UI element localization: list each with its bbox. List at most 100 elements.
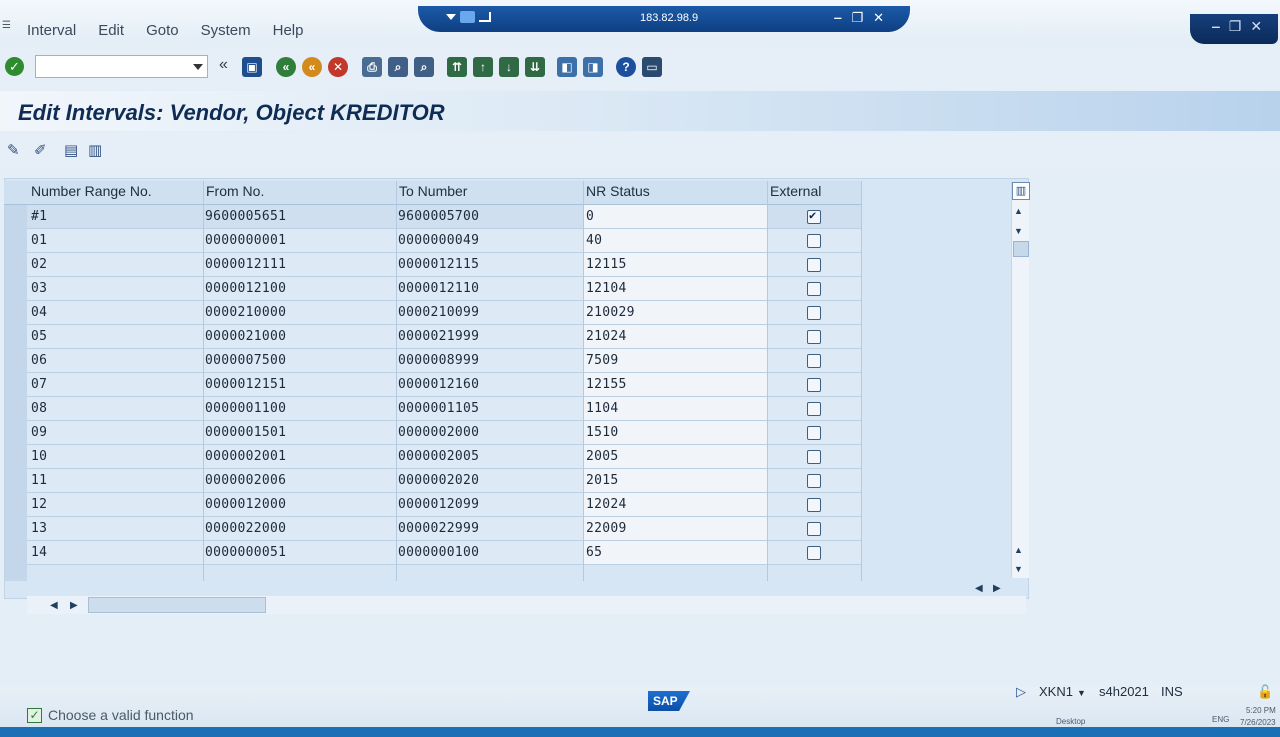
play-icon[interactable]: ▷ xyxy=(1016,684,1026,700)
save-icon[interactable]: ▣ xyxy=(242,57,262,77)
cell-nr-status[interactable]: 65 xyxy=(584,541,767,564)
table-row[interactable]: 01 0000000001 0000000049 40 xyxy=(27,229,862,253)
minimize-icon[interactable]: ‒ xyxy=(834,10,841,26)
display-change-icon[interactable]: ✎ xyxy=(7,141,20,159)
row-selector-column[interactable] xyxy=(5,205,27,581)
cell-number-range[interactable]: #1 xyxy=(31,209,47,224)
external-checkbox[interactable] xyxy=(807,546,821,560)
cancel-icon[interactable]: ✕ xyxy=(328,57,348,77)
col-header-external[interactable]: External xyxy=(770,183,821,199)
external-checkbox[interactable] xyxy=(807,378,821,392)
cell-from-no[interactable]: 0000012151 xyxy=(205,377,286,392)
cell-from-no[interactable]: 0000002001 xyxy=(205,449,286,464)
external-checkbox[interactable] xyxy=(807,402,821,416)
cell-from-no[interactable]: 0000012100 xyxy=(205,281,286,296)
external-checkbox[interactable] xyxy=(807,450,821,464)
table-row[interactable]: 10 0000002001 0000002005 2005 xyxy=(27,445,862,469)
cell-nr-status[interactable]: 12155 xyxy=(584,373,767,396)
language-indicator[interactable]: ENG xyxy=(1212,715,1229,724)
cell-to-number[interactable]: 0000021999 xyxy=(398,329,479,344)
chevron-down-icon[interactable] xyxy=(193,64,203,70)
cell-from-no[interactable]: 0000022000 xyxy=(205,521,286,536)
cell-from-no[interactable]: 0000012111 xyxy=(205,257,286,272)
shortcut-icon[interactable]: ◨ xyxy=(583,57,603,77)
table-row[interactable]: 03 0000012100 0000012110 12104 xyxy=(27,277,862,301)
cell-number-range[interactable]: 12 xyxy=(31,497,47,512)
cell-to-number[interactable]: 0000008999 xyxy=(398,353,479,368)
table-row[interactable]: 02 0000012111 0000012115 12115 xyxy=(27,253,862,277)
next-page-icon[interactable]: ↓ xyxy=(499,57,519,77)
close-icon[interactable]: ✕ xyxy=(873,10,884,26)
cell-to-number[interactable]: 0000012115 xyxy=(398,257,479,272)
page-up-icon[interactable]: ▲ xyxy=(1014,545,1023,555)
delete-interval-icon[interactable]: ▥ xyxy=(88,141,102,159)
new-session-icon[interactable]: ◧ xyxy=(557,57,577,77)
scroll-left-icon[interactable]: ◀ xyxy=(50,600,58,611)
layout-menu-icon[interactable]: ▭ xyxy=(642,57,662,77)
edit-pencil-icon[interactable]: ✐ xyxy=(34,141,47,159)
cell-from-no[interactable]: 0000000001 xyxy=(205,233,286,248)
previous-page-icon[interactable]: ↑ xyxy=(473,57,493,77)
dropdown-icon[interactable] xyxy=(446,14,456,20)
cell-number-range[interactable]: 02 xyxy=(31,257,47,272)
cell-number-range[interactable]: 04 xyxy=(31,305,47,320)
cell-to-number[interactable]: 0000210099 xyxy=(398,305,479,320)
cell-from-no[interactable]: 0000001100 xyxy=(205,401,286,416)
window-close-icon[interactable]: ✕ xyxy=(1250,18,1262,44)
cell-nr-status[interactable]: 2005 xyxy=(584,445,767,468)
pin-icon[interactable] xyxy=(460,11,475,23)
scroll-right-icon[interactable]: ▶ xyxy=(70,600,78,611)
window-restore-icon[interactable]: ❐ xyxy=(1229,18,1242,44)
table-row[interactable]: 06 0000007500 0000008999 7509 xyxy=(27,349,862,373)
cell-number-range[interactable]: 09 xyxy=(31,425,47,440)
cell-from-no[interactable]: 0000021000 xyxy=(205,329,286,344)
table-row[interactable]: 11 0000002006 0000002020 2015 xyxy=(27,469,862,493)
enter-check-icon[interactable]: ✓ xyxy=(5,57,24,76)
vertical-scroll-thumb[interactable] xyxy=(1013,241,1029,257)
external-checkbox[interactable] xyxy=(807,522,821,536)
table-row[interactable]: 04 0000210000 0000210099 210029 xyxy=(27,301,862,325)
table-row[interactable]: 08 0000001100 0000001105 1104 xyxy=(27,397,862,421)
status-message[interactable]: Choose a valid function xyxy=(48,707,194,723)
cell-from-no[interactable]: 0000000051 xyxy=(205,545,286,560)
external-checkbox[interactable] xyxy=(807,498,821,512)
cell-number-range[interactable]: 01 xyxy=(31,233,47,248)
cell-number-range[interactable]: 06 xyxy=(31,353,47,368)
command-field[interactable] xyxy=(35,55,208,78)
restore-icon[interactable]: ❐ xyxy=(851,10,863,26)
menu-edit[interactable]: Edit xyxy=(98,22,124,39)
cell-number-range[interactable]: 11 xyxy=(31,473,47,488)
col-header-number-range[interactable]: Number Range No. xyxy=(31,183,152,199)
last-page-icon[interactable]: ⇊ xyxy=(525,57,545,77)
cell-from-no[interactable]: 0000007500 xyxy=(205,353,286,368)
find-icon[interactable]: ⌕ xyxy=(388,57,408,77)
window-minimize-icon[interactable]: ‒ xyxy=(1212,18,1220,44)
cell-nr-status[interactable]: 0 xyxy=(584,205,767,228)
insert-interval-icon[interactable]: ▤ xyxy=(64,141,78,159)
cell-to-number[interactable]: 0000002020 xyxy=(398,473,479,488)
cell-nr-status[interactable]: 40 xyxy=(584,229,767,252)
table-row[interactable]: 14 0000000051 0000000100 65 xyxy=(27,541,862,565)
cell-number-range[interactable]: 10 xyxy=(31,449,47,464)
menu-goto[interactable]: Goto xyxy=(146,22,179,39)
external-checkbox[interactable] xyxy=(807,354,821,368)
external-checkbox[interactable] xyxy=(807,426,821,440)
cell-to-number[interactable]: 0000002000 xyxy=(398,425,479,440)
column-right-icon[interactable]: ▶ xyxy=(993,583,1001,594)
table-row[interactable]: 09 0000001501 0000002000 1510 xyxy=(27,421,862,445)
cell-from-no[interactable]: 9600005651 xyxy=(205,209,286,224)
cell-number-range[interactable]: 05 xyxy=(31,329,47,344)
external-checkbox[interactable] xyxy=(807,474,821,488)
cell-nr-status[interactable]: 21024 xyxy=(584,325,767,348)
cell-nr-status[interactable]: 12104 xyxy=(584,277,767,300)
external-checkbox[interactable] xyxy=(807,306,821,320)
external-checkbox[interactable] xyxy=(807,330,821,344)
cell-from-no[interactable]: 0000001501 xyxy=(205,425,286,440)
cell-from-no[interactable]: 0000002006 xyxy=(205,473,286,488)
system-name[interactable]: XKN1 xyxy=(1039,684,1073,699)
scroll-up-icon[interactable]: ▲ xyxy=(1014,206,1023,216)
command-input[interactable] xyxy=(36,56,186,77)
cell-to-number[interactable]: 0000002005 xyxy=(398,449,479,464)
cell-nr-status[interactable]: 12024 xyxy=(584,493,767,516)
collapse-icon[interactable]: « xyxy=(219,56,228,74)
